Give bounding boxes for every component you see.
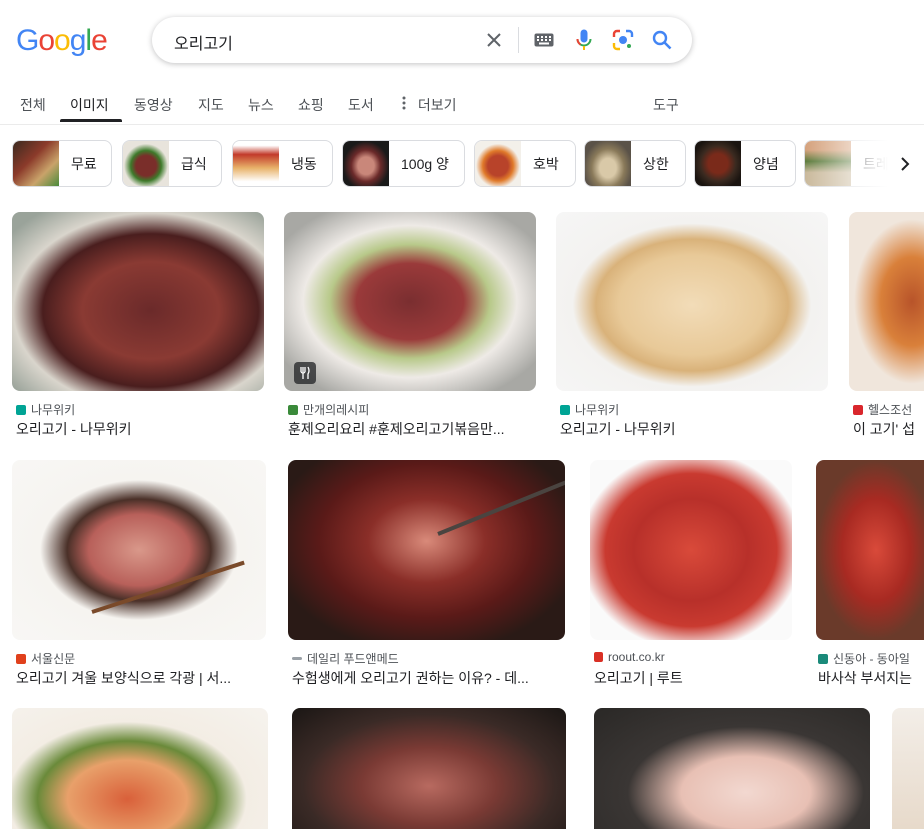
logo-letter: g (69, 24, 87, 57)
more-vert-icon (402, 96, 406, 110)
chip-label: 양념 (753, 155, 779, 172)
recipe-icon (294, 362, 316, 384)
search-input[interactable]: 오리고기 (174, 30, 233, 54)
chip-thumbnail (123, 141, 169, 186)
chip-thumbnail (695, 141, 741, 186)
result-source[interactable]: 만개의레시피 (288, 401, 369, 418)
chip-spoiled[interactable]: 상한 (584, 140, 686, 187)
chip-label: 급식 (181, 155, 207, 172)
result-title[interactable]: 오리고기 겨울 보양식으로 각광 | 서... (16, 668, 266, 688)
result-source[interactable]: 데일리 푸드앤메드 (292, 650, 399, 667)
chip-frozen[interactable]: 냉동 (232, 140, 333, 187)
healthchosun-favicon (853, 404, 863, 415)
chip-thumbnail (475, 141, 521, 186)
active-tab-indicator (60, 119, 122, 122)
result-source-name: roout.co.kr (608, 650, 665, 664)
chopsticks-shape (437, 479, 565, 536)
search-box[interactable]: 오리고기 (152, 17, 692, 63)
result-source[interactable]: 서울신문 (16, 650, 75, 667)
result-source[interactable]: 헬스조선 (853, 401, 912, 418)
tab-books[interactable]: 도서 (348, 95, 374, 115)
mic-icon[interactable] (572, 28, 596, 52)
result-source[interactable]: 나무위키 (16, 401, 75, 418)
result-image[interactable] (590, 460, 792, 640)
close-icon[interactable] (482, 28, 506, 52)
result-image[interactable] (594, 708, 870, 829)
result-title[interactable]: 수험생에게 오리고기 권하는 이유? - 데... (292, 668, 562, 688)
tab-more-label: 더보기 (417, 97, 457, 113)
chip-seasoned[interactable]: 양념 (694, 140, 796, 187)
result-source-name: 나무위키 (575, 403, 620, 417)
tab-all[interactable]: 전체 (20, 95, 46, 115)
chip-thumbnail (233, 141, 279, 186)
result-source-name: 신동아 - 동아일 (833, 652, 910, 666)
result-image[interactable] (849, 212, 924, 391)
result-title[interactable]: 훈제오리요리 #훈제오리고기볶음만... (288, 419, 534, 439)
roout-favicon (594, 652, 603, 662)
logo-letter: o (38, 24, 55, 57)
search-icon[interactable] (650, 28, 674, 52)
chip-thumbnail (343, 141, 389, 186)
tab-maps[interactable]: 지도 (198, 95, 224, 115)
chopsticks-shape (91, 560, 245, 614)
result-image[interactable] (288, 460, 565, 640)
result-source-name: 만개의레시피 (303, 403, 370, 417)
result-title[interactable]: 바사삭 부서지는 (818, 668, 924, 688)
search-tabs: 전체 이미지 동영상 지도 뉴스 쇼핑 도서 더보기 도구 (0, 90, 924, 124)
result-image[interactable] (556, 212, 828, 391)
chip-label: 100g 양 (401, 155, 449, 172)
tab-news[interactable]: 뉴스 (248, 95, 274, 115)
result-image[interactable] (284, 212, 536, 391)
chip-label: 냉동 (291, 155, 317, 172)
result-title[interactable]: 오리고기 - 나무위키 (560, 419, 826, 439)
result-source-name: 나무위키 (31, 403, 76, 417)
chip-label: 무료 (71, 155, 97, 172)
header-divider (0, 124, 924, 125)
chip-school-meal[interactable]: 급식 (122, 140, 222, 187)
search-divider (518, 27, 519, 53)
tab-images[interactable]: 이미지 (70, 95, 109, 115)
result-source-name: 헬스조선 (868, 403, 913, 417)
result-source[interactable]: roout.co.kr (594, 650, 665, 664)
logo-letter: e (91, 24, 108, 57)
logo-letter: G (16, 24, 39, 57)
result-title[interactable]: 이 고기' 섭 (853, 419, 924, 439)
result-image[interactable] (12, 212, 264, 391)
dailyfoodmed-favicon (292, 657, 302, 660)
shindonga-favicon (818, 653, 828, 664)
result-title[interactable]: 오리고기 - 나무위키 (16, 419, 264, 439)
chip-thumbnail (13, 141, 59, 186)
tab-more[interactable]: 더보기 (402, 95, 457, 115)
tab-videos[interactable]: 동영상 (134, 95, 173, 115)
chip-label: 상한 (643, 155, 669, 172)
result-source-name: 서울신문 (31, 652, 76, 666)
chip-free[interactable]: 무료 (12, 140, 112, 187)
10000recipe-favicon (288, 404, 298, 415)
namuwiki-favicon (560, 404, 570, 415)
result-source[interactable]: 신동아 - 동아일 (818, 650, 910, 667)
chip-thumbnail (585, 141, 631, 186)
keyboard-icon[interactable] (532, 28, 556, 52)
chip-100g[interactable]: 100g 양 (342, 140, 465, 187)
chip-pumpkin[interactable]: 호박 (474, 140, 576, 187)
tab-shopping[interactable]: 쇼핑 (298, 95, 324, 115)
google-logo[interactable]: Google (16, 24, 108, 58)
result-image[interactable] (292, 708, 566, 829)
tools-button[interactable]: 도구 (653, 95, 679, 115)
result-source-name: 데일리 푸드앤메드 (307, 652, 399, 666)
lens-icon[interactable] (611, 28, 635, 52)
result-title[interactable]: 오리고기 | 루트 (594, 668, 790, 688)
chip-label: 호박 (533, 155, 559, 172)
result-image[interactable] (12, 708, 268, 829)
logo-letter: o (54, 24, 71, 57)
result-image[interactable] (816, 460, 924, 640)
result-image[interactable] (892, 708, 924, 829)
chevron-right-icon[interactable] (893, 152, 917, 176)
result-source[interactable]: 나무위키 (560, 401, 619, 418)
seoul-shinmun-favicon (16, 653, 26, 664)
result-image[interactable] (12, 460, 266, 640)
namuwiki-favicon (16, 404, 26, 415)
